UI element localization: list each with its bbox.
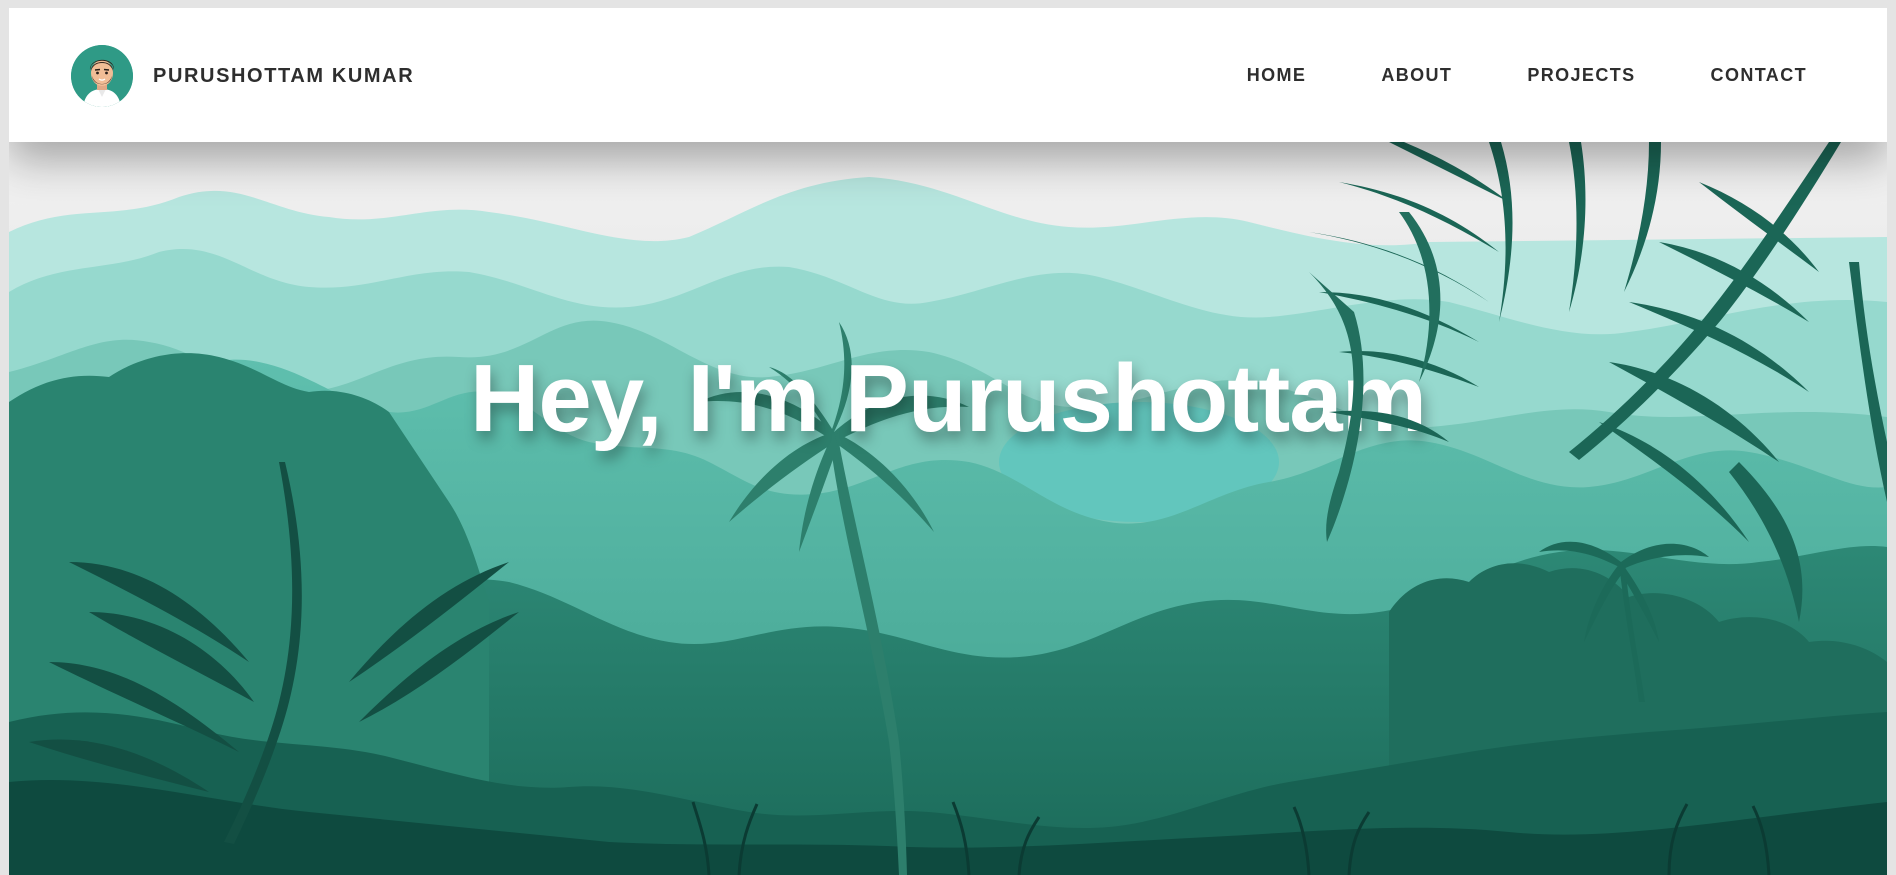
avatar-icon xyxy=(71,45,133,107)
brand-link[interactable]: PURUSHOTTAM KUMAR xyxy=(71,44,414,108)
hero-section: Hey, I'm Purushottam xyxy=(9,142,1887,875)
nav-link-about[interactable]: ABOUT xyxy=(1381,65,1452,86)
nav-link-contact[interactable]: CONTACT xyxy=(1711,65,1807,86)
jungle-landscape-illustration xyxy=(9,177,1887,875)
page: PURUSHOTTAM KUMAR HOME ABOUT PROJECTS CO… xyxy=(9,8,1887,875)
nav-link-home[interactable]: HOME xyxy=(1247,65,1307,86)
nav-link-projects[interactable]: PROJECTS xyxy=(1527,65,1635,86)
main-nav: HOME ABOUT PROJECTS CONTACT xyxy=(1172,8,1807,142)
hero-title: Hey, I'm Purushottam xyxy=(470,345,1427,452)
navbar: PURUSHOTTAM KUMAR HOME ABOUT PROJECTS CO… xyxy=(9,8,1887,142)
brand-name: PURUSHOTTAM KUMAR xyxy=(153,64,415,87)
